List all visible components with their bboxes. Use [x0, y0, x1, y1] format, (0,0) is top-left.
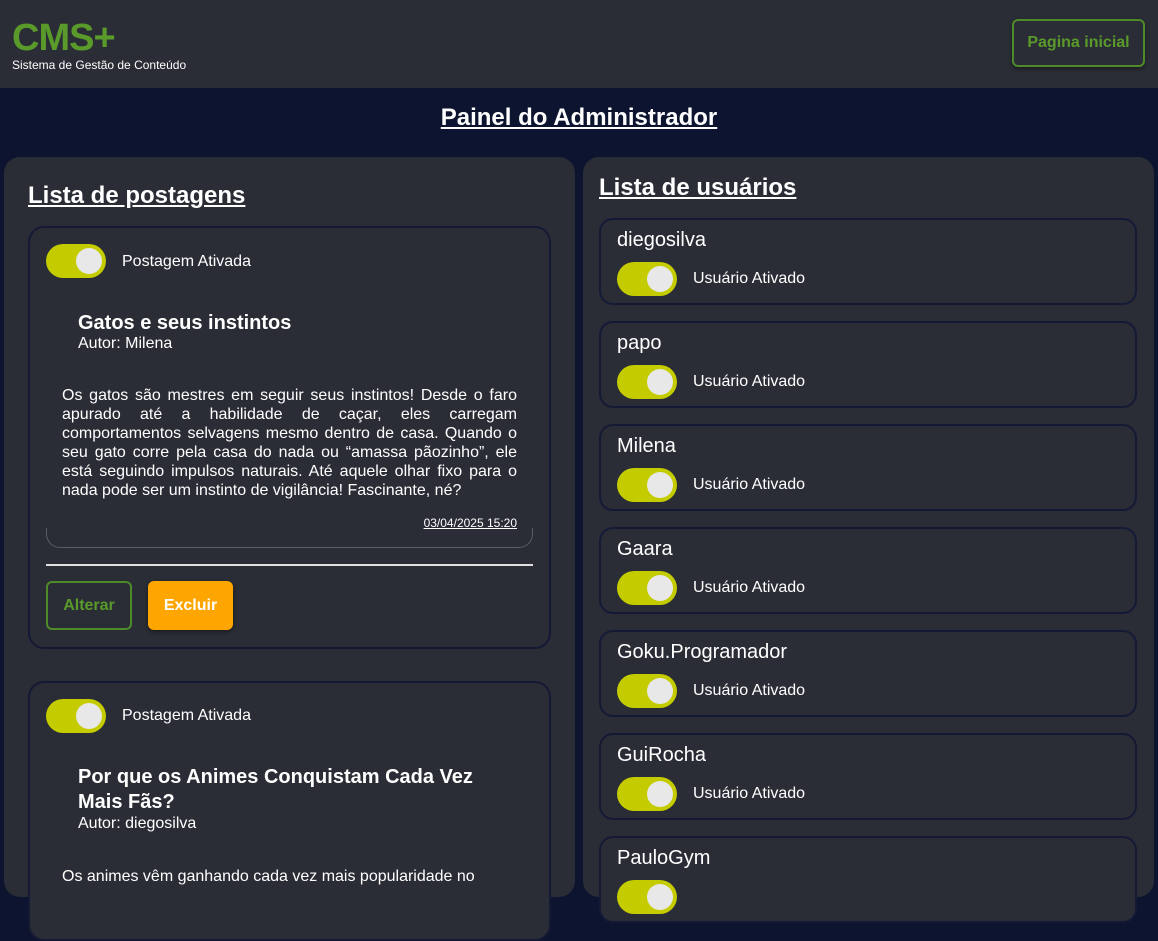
users-panel: Lista de usuários diegosilva Usuário Ati… — [583, 157, 1154, 923]
user-status-label: Usuário Ativado — [693, 682, 806, 699]
post-author: Autor: diegosilva — [78, 815, 197, 832]
logo[interactable]: CMS+ — [12, 18, 116, 58]
toggle-knob — [647, 472, 673, 498]
toggle-knob — [76, 248, 102, 274]
user-name: diegosilva — [617, 229, 706, 251]
page-title: Painel do Administrador — [440, 104, 718, 131]
post-status-label: Postagem Ativada — [122, 253, 251, 270]
user-status-toggle[interactable] — [617, 262, 677, 296]
home-button[interactable]: Pagina inicial — [1012, 19, 1145, 67]
toggle-knob — [647, 884, 673, 910]
user-status-label: Usuário Ativado — [693, 785, 806, 802]
logo-subtitle: Sistema de Gestão de Conteúdo — [12, 58, 187, 72]
user-status-toggle[interactable] — [617, 571, 677, 605]
toggle-knob — [647, 266, 673, 292]
toggle-knob — [76, 703, 102, 729]
user-status-label: Usuário Ativado — [693, 476, 806, 493]
user-status-label: Usuário Ativado — [693, 579, 806, 596]
user-status-label: Usuário Ativado — [693, 373, 806, 390]
user-card: Goku.Programador Usuário Ativado — [599, 630, 1137, 717]
toggle-knob — [647, 575, 673, 601]
user-status-toggle[interactable] — [617, 880, 677, 914]
post-title: Gatos e seus instintos — [78, 312, 292, 334]
user-name: GuiRocha — [617, 744, 706, 766]
post-status-label: Postagem Ativada — [122, 707, 251, 724]
post-card: Postagem Ativada Por que os Animes Conqu… — [28, 681, 551, 941]
user-card: GuiRocha Usuário Ativado — [599, 733, 1137, 820]
toggle-knob — [647, 678, 673, 704]
post-content-border — [46, 528, 533, 548]
user-status-toggle[interactable] — [617, 777, 677, 811]
posts-section-title: Lista de postagens — [28, 182, 246, 209]
edit-post-button[interactable]: Alterar — [46, 581, 132, 630]
toggle-knob — [647, 781, 673, 807]
user-card: papo Usuário Ativado — [599, 321, 1137, 408]
post-body: Os gatos são mestres em seguir seus inst… — [62, 387, 517, 499]
user-card: Milena Usuário Ativado — [599, 424, 1137, 511]
post-body: Os animes vêm ganhando cada vez mais pop… — [62, 868, 475, 885]
user-card: PauloGym — [599, 836, 1137, 923]
user-name: Gaara — [617, 538, 673, 560]
top-bar: CMS+ Sistema de Gestão de Conteúdo Pagin… — [0, 0, 1158, 88]
user-name: papo — [617, 332, 662, 354]
user-status-toggle[interactable] — [617, 365, 677, 399]
user-status-label: Usuário Ativado — [693, 270, 806, 287]
user-card: Gaara Usuário Ativado — [599, 527, 1137, 614]
post-divider — [46, 564, 533, 566]
user-card: diegosilva Usuário Ativado — [599, 218, 1137, 305]
user-name: PauloGym — [617, 847, 711, 869]
post-status-toggle[interactable] — [46, 699, 106, 733]
delete-post-button[interactable]: Excluir — [148, 581, 233, 630]
users-section-title: Lista de usuários — [599, 174, 797, 201]
post-title: Por que os Animes Conquistam Cada Vez Ma… — [78, 766, 473, 813]
post-status-toggle[interactable] — [46, 244, 106, 278]
post-author: Autor: Milena — [78, 335, 173, 352]
user-status-toggle[interactable] — [617, 674, 677, 708]
user-status-toggle[interactable] — [617, 468, 677, 502]
user-name: Milena — [617, 435, 676, 457]
user-name: Goku.Programador — [617, 641, 788, 663]
post-card: Postagem Ativada Gatos e seus instintos … — [28, 226, 551, 649]
toggle-knob — [647, 369, 673, 395]
posts-panel: Lista de postagens Postagem Ativada Gato… — [4, 157, 575, 941]
